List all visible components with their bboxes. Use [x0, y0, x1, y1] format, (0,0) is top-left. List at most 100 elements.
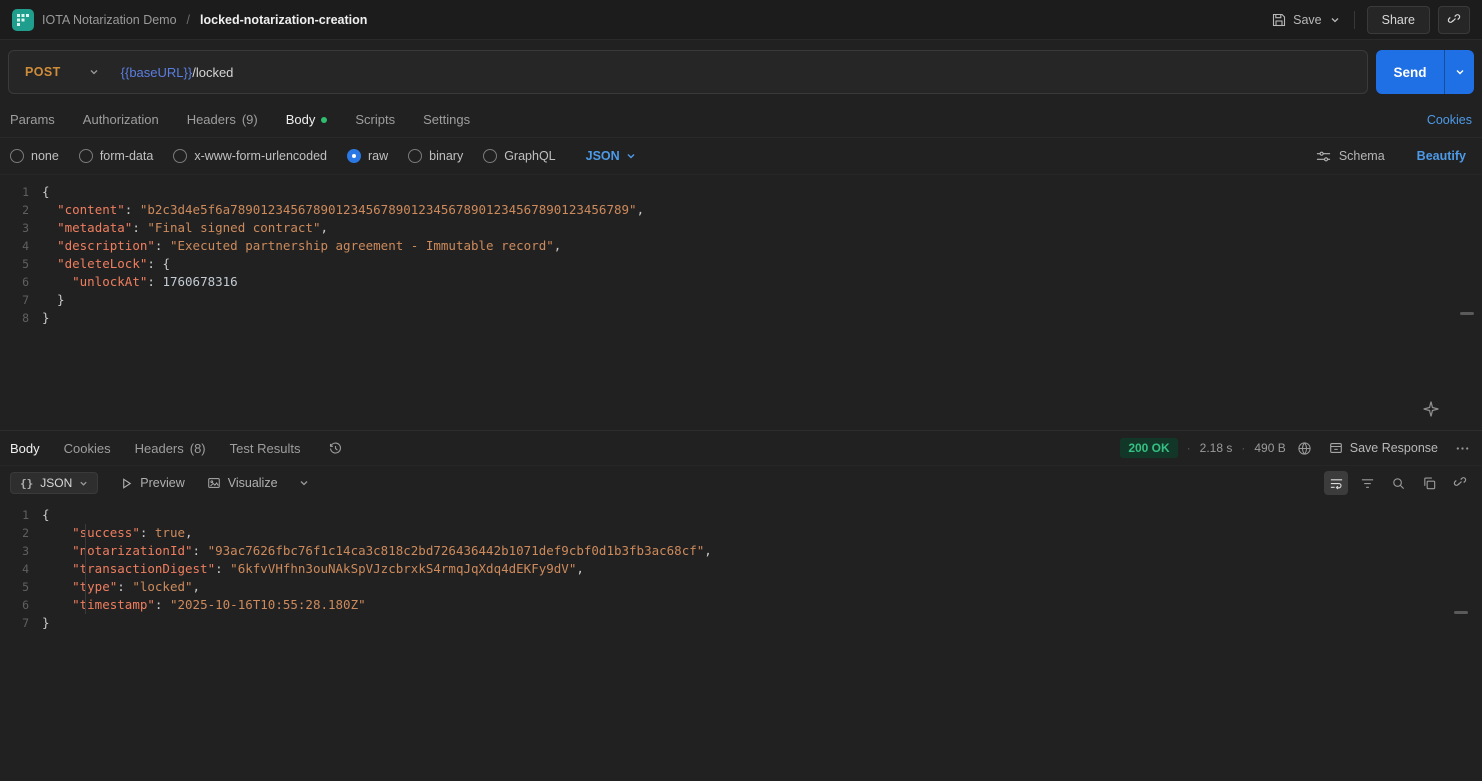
code-line: 4 "description": "Executed partnership a… [0, 237, 1482, 255]
method-select[interactable]: POST [9, 51, 113, 93]
send-button[interactable]: Send [1376, 50, 1444, 94]
code-line: 2 "content": "b2c3d4e5f6a789012345678901… [0, 201, 1482, 219]
line-number: 3 [0, 542, 42, 560]
request-scrollbar-handle[interactable] [1460, 312, 1474, 315]
body-type-none[interactable]: none [10, 149, 59, 163]
line-number: 4 [0, 237, 42, 255]
history-icon [328, 441, 343, 456]
network-info-button[interactable] [1295, 441, 1314, 456]
response-history-button[interactable] [328, 441, 343, 456]
save-response-label: Save Response [1350, 441, 1438, 455]
copy-button[interactable] [1417, 471, 1441, 495]
code-line: 3 "metadata": "Final signed contract", [0, 219, 1482, 237]
radio-icon [10, 149, 24, 163]
tab-label: Headers [135, 441, 184, 456]
wrap-text-icon [1329, 476, 1344, 491]
response-time: 2.18 s [1200, 441, 1233, 455]
body-type-form-data[interactable]: form-data [79, 149, 154, 163]
wrap-text-button[interactable] [1324, 471, 1348, 495]
filter-icon [1360, 476, 1375, 491]
radio-selected-icon [347, 149, 361, 163]
postbot-icon[interactable] [1422, 400, 1440, 418]
share-link-button[interactable] [1448, 471, 1472, 495]
tab-settings[interactable]: Settings [423, 112, 470, 127]
schema-label: Schema [1339, 149, 1385, 163]
preview-button[interactable]: Preview [120, 476, 184, 490]
radio-label: form-data [100, 149, 154, 163]
tab-label: Params [10, 112, 55, 127]
tab-params[interactable]: Params [10, 112, 55, 127]
response-tab-body[interactable]: Body [10, 441, 40, 456]
request-body-editor[interactable]: 1{2 "content": "b2c3d4e5f6a7890123456789… [0, 175, 1482, 430]
radio-icon [173, 149, 187, 163]
body-type-raw[interactable]: raw [347, 149, 388, 163]
response-scrollbar-handle[interactable] [1454, 611, 1468, 614]
language-select[interactable]: JSON [580, 148, 642, 164]
breadcrumb-workspace[interactable]: IOTA Notarization Demo [42, 13, 177, 27]
code-line: 6 "unlockAt": 1760678316 [0, 273, 1482, 291]
code-line: 3 "notarizationId": "93ac7626fbc76f1c14c… [0, 542, 1482, 560]
send-button-group: Send [1376, 50, 1474, 94]
response-body-editor[interactable]: 1{2 "success": true,3 "notarizationId": … [0, 500, 1482, 781]
chevron-down-icon [1330, 15, 1340, 25]
tab-label: Authorization [83, 112, 159, 127]
body-type-urlencoded[interactable]: x-www-form-urlencoded [173, 149, 327, 163]
code-line: 8} [0, 309, 1482, 327]
radio-label: GraphQL [504, 149, 555, 163]
radio-label: x-www-form-urlencoded [194, 149, 327, 163]
chevron-down-icon [79, 479, 88, 488]
line-number: 1 [0, 183, 42, 201]
image-icon [207, 476, 221, 490]
schema-toggle[interactable]: Schema [1310, 148, 1391, 165]
search-button[interactable] [1386, 471, 1410, 495]
chevron-down-icon [626, 151, 636, 161]
response-tab-cookies[interactable]: Cookies [64, 441, 111, 456]
url-variable: {{baseURL}} [121, 65, 193, 80]
line-number: 3 [0, 219, 42, 237]
braces-icon: {} [20, 477, 33, 490]
workspace-logo-icon[interactable] [12, 9, 34, 31]
copy-link-button[interactable] [1438, 6, 1470, 34]
cookies-link[interactable]: Cookies [1427, 113, 1472, 127]
breadcrumb: IOTA Notarization Demo / locked-notariza… [12, 9, 367, 31]
link-icon [1453, 476, 1467, 490]
line-number: 2 [0, 524, 42, 542]
link-icon [1447, 13, 1461, 27]
send-options-button[interactable] [1444, 50, 1474, 94]
response-tab-headers[interactable]: Headers (8) [135, 441, 206, 456]
share-button-label: Share [1382, 13, 1415, 27]
visualize-label: Visualize [228, 476, 278, 490]
beautify-button[interactable]: Beautify [1411, 148, 1472, 164]
code-line: 2 "success": true, [0, 524, 1482, 542]
code-line: 4 "transactionDigest": "6kfvVHfhn3ouNAkS… [0, 560, 1482, 578]
chevron-down-icon [1455, 67, 1465, 77]
tab-body[interactable]: Body [286, 112, 328, 127]
tab-count: (8) [190, 441, 206, 456]
save-button-label: Save [1293, 13, 1322, 27]
line-number: 2 [0, 201, 42, 219]
filter-button[interactable] [1355, 471, 1379, 495]
chevron-down-icon [89, 67, 99, 77]
response-format-select[interactable]: {} JSON [10, 472, 98, 494]
code-line: 5 "deleteLock": { [0, 255, 1482, 273]
tab-headers[interactable]: Headers (9) [187, 112, 258, 127]
visualize-button[interactable]: Visualize [207, 476, 278, 490]
preview-label: Preview [140, 476, 184, 490]
line-number: 7 [0, 291, 42, 309]
share-button[interactable]: Share [1367, 6, 1430, 34]
response-tab-test-results[interactable]: Test Results [230, 441, 301, 456]
tab-label: Headers [187, 112, 236, 127]
save-options-button[interactable] [1328, 11, 1342, 29]
tab-scripts[interactable]: Scripts [355, 112, 395, 127]
play-icon [120, 477, 133, 490]
body-type-binary[interactable]: binary [408, 149, 463, 163]
save-button[interactable]: Save [1268, 9, 1326, 31]
body-type-graphql[interactable]: GraphQL [483, 149, 555, 163]
more-options-button[interactable] [1453, 441, 1472, 456]
breadcrumb-request-name[interactable]: locked-notarization-creation [200, 13, 367, 27]
save-response-button[interactable]: Save Response [1323, 440, 1444, 456]
visualize-options-button[interactable] [292, 471, 316, 495]
app-header: IOTA Notarization Demo / locked-notariza… [0, 0, 1482, 40]
tab-authorization[interactable]: Authorization [83, 112, 159, 127]
url-input[interactable]: {{baseURL}} /locked [113, 65, 234, 80]
